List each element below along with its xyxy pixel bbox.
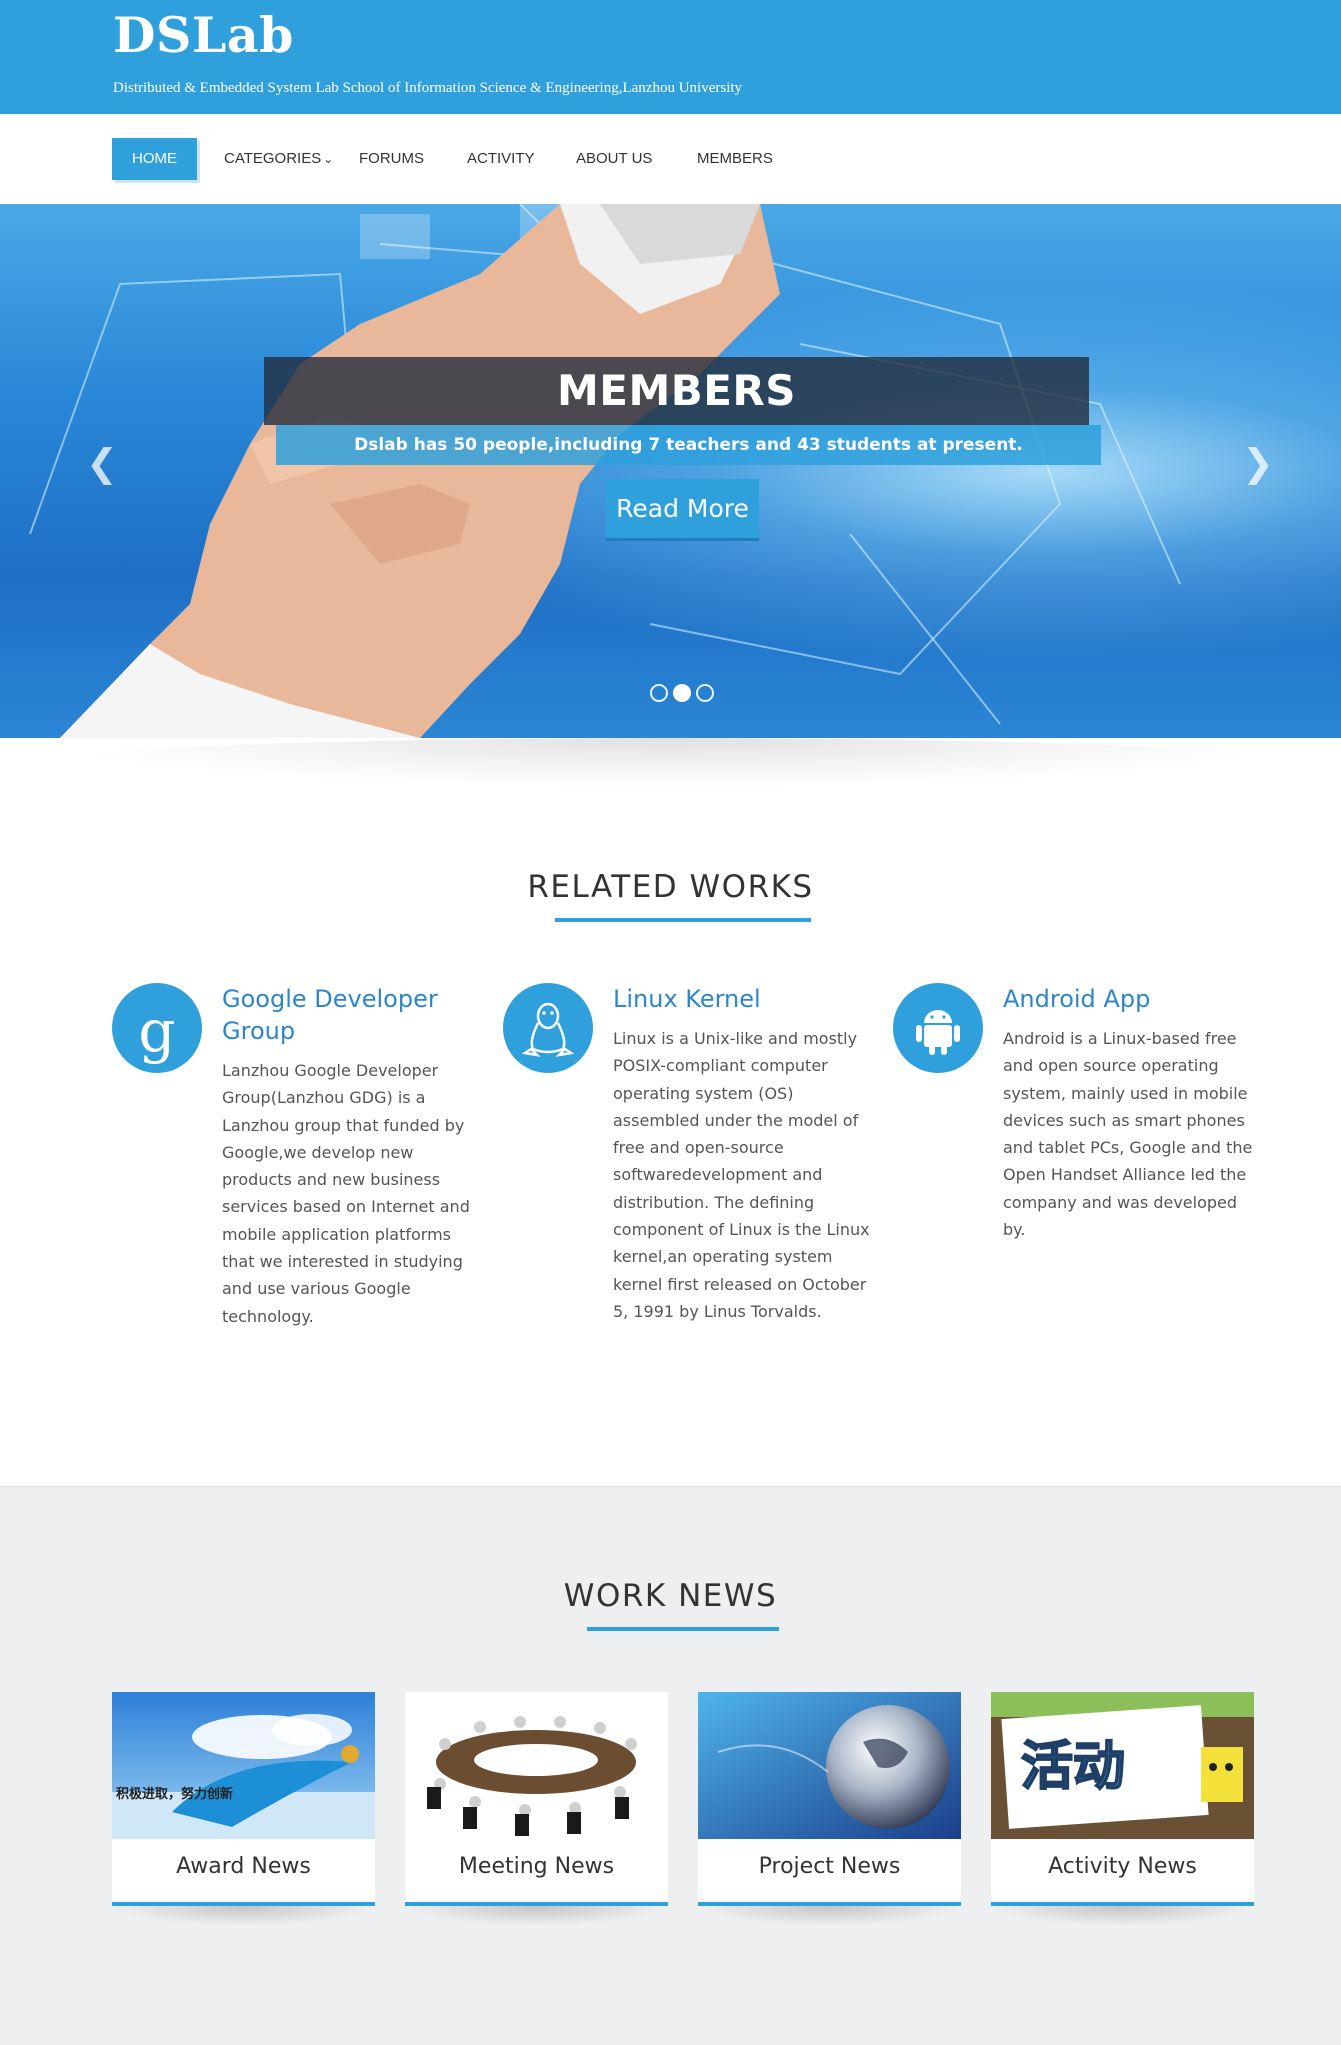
read-more-button[interactable]: Read More (606, 479, 759, 541)
linux-penguin-icon (503, 983, 593, 1073)
nav-home[interactable]: HOME (112, 138, 197, 180)
card-shadow (698, 1906, 961, 1926)
card-label: Award News (176, 1854, 311, 1879)
slider-dot[interactable] (696, 684, 714, 702)
hero-background-image (29, 204, 1181, 738)
card-shadow (112, 1906, 375, 1926)
main-nav: HOME CATEGORIES ⌄ FORUMS ACTIVITY ABOUT U… (0, 114, 1341, 204)
slider-dot[interactable] (650, 684, 668, 702)
card-shadow (405, 1906, 668, 1926)
work-title[interactable]: Google Developer Group (222, 983, 482, 1047)
work-news-heading: WORK NEWS (563, 1578, 778, 1614)
card-label: Activity News (1048, 1854, 1197, 1879)
meeting-news-image (405, 1692, 668, 1839)
hero-shadow (40, 738, 1300, 788)
related-works-heading: RELATED WORKS (527, 869, 814, 905)
work-title[interactable]: Linux Kernel (613, 983, 873, 1015)
card-label: Meeting News (458, 1854, 615, 1879)
work-news-underline (587, 1627, 779, 1631)
award-image-caption: 积极进取，努力创新 (116, 1786, 233, 1802)
project-news-image (698, 1692, 961, 1839)
hero-subtitle: Dslab has 50 people,including 7 teachers… (354, 435, 1023, 455)
card-label: Project News (758, 1854, 901, 1879)
work-description: Lanzhou Google Developer Group(Lanzhou G… (222, 1061, 470, 1326)
news-card-activity[interactable]: 活动 Activity News (991, 1692, 1254, 1906)
nav-about-us[interactable]: ABOUT US (576, 138, 652, 180)
hero-title: MEMBERS (556, 366, 797, 415)
nav-forums[interactable]: FORUMS (359, 138, 424, 180)
site-header: DSLab Distributed & Embedded System Lab … (0, 0, 1341, 114)
work-title[interactable]: Android App (1003, 983, 1263, 1015)
nav-categories-label: CATEGORIES (224, 150, 322, 167)
news-card-award[interactable]: 积极进取，努力创新 Award News (112, 1692, 375, 1906)
svg-text:g: g (138, 997, 175, 1065)
activity-image-caption: 活动 (1021, 1737, 1125, 1797)
slider-pagination (650, 684, 719, 704)
google-g-icon: g (112, 983, 202, 1073)
site-tagline: Distributed & Embedded System Lab School… (113, 80, 743, 96)
work-description: Linux is a Unix-like and mostly POSIX-co… (613, 1029, 870, 1321)
hero-slider: MEMBERS Dslab has 50 people,including 7 … (0, 204, 1341, 738)
site-logo[interactable]: DSLab (113, 6, 294, 64)
award-news-image: 积极进取，努力创新 (112, 1692, 375, 1839)
card-shadow (991, 1906, 1254, 1926)
nav-members[interactable]: MEMBERS (697, 138, 773, 180)
chevron-down-icon: ⌄ (323, 152, 334, 166)
android-icon (893, 983, 983, 1073)
news-card-project[interactable]: Project News (698, 1692, 961, 1906)
nav-categories[interactable]: CATEGORIES ⌄ (224, 138, 333, 180)
related-works-underline (555, 918, 811, 922)
activity-news-image: 活动 (991, 1692, 1254, 1839)
work-description: Android is a Linux-based free and open s… (1003, 1029, 1253, 1240)
news-card-meeting[interactable]: Meeting News (405, 1692, 668, 1906)
chevron-left-icon[interactable]: ❮ (86, 444, 118, 482)
nav-activity[interactable]: ACTIVITY (467, 138, 535, 180)
chevron-right-icon[interactable]: ❯ (1242, 444, 1274, 482)
slider-dot-active[interactable] (673, 684, 691, 702)
